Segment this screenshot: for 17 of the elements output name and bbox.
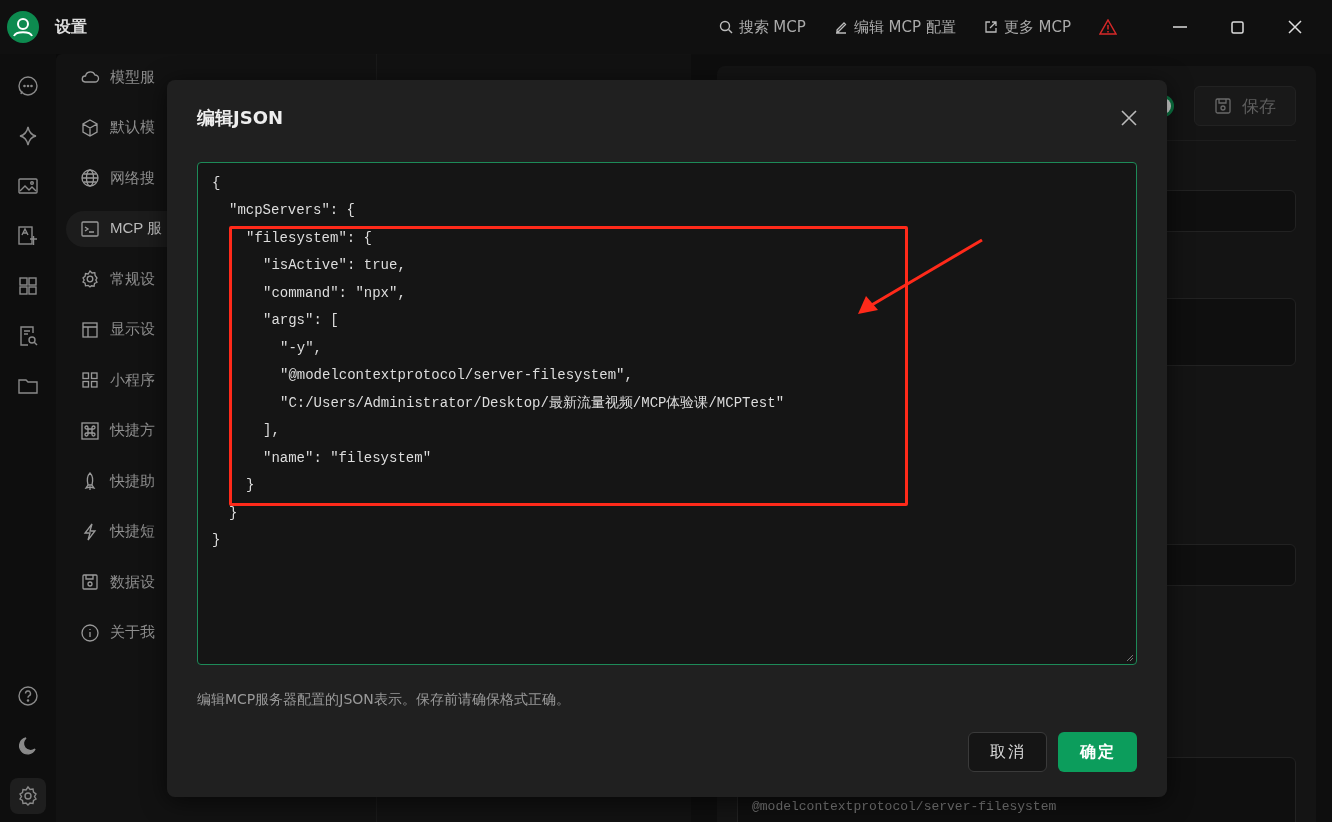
code-line: } [246,477,255,494]
code-line: "isActive": true, [263,257,406,274]
code-line: "filesystem": { [246,229,373,246]
code-line: } [212,532,221,549]
code-line: "mcpServers": { [229,202,356,219]
code-line: "-y", [280,339,322,356]
code-line: "@modelcontextprotocol/server-filesystem", [280,367,633,384]
code-line: "command": "npx", [263,284,406,301]
code-line: { [212,174,221,191]
code-line: "C:/Users/Administrator/Desktop/最新流量视频/MCP体验课/MCPTest" [280,394,785,411]
dialog-hint: 编辑MCP服务器配置的JSON表示。保存前请确保格式正确。 [197,691,571,709]
window-title: 设置 [55,16,87,38]
code-line: } [229,504,238,521]
code-line: ], [263,422,280,439]
dialog-title: 编辑JSON [197,106,284,130]
code-line: "args": [ [263,312,339,329]
code-line: "name": "filesystem" [263,449,432,466]
